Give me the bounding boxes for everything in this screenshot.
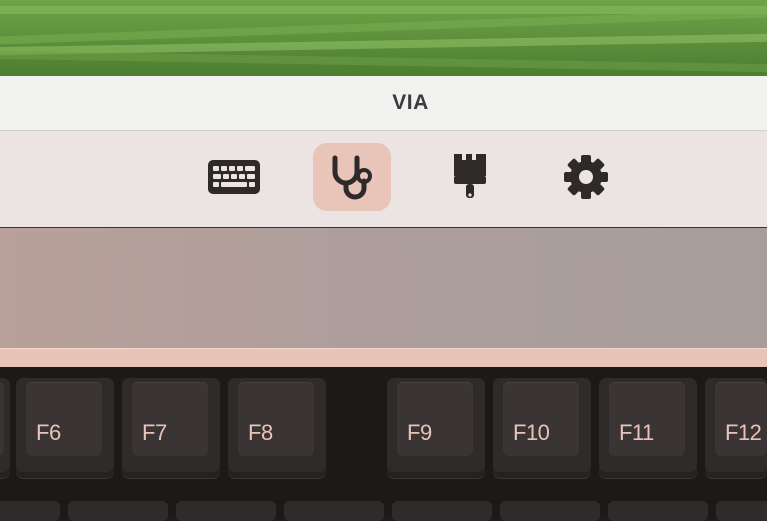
gear-icon: [564, 155, 608, 199]
key-legend: F11: [619, 420, 654, 445]
key-partial[interactable]: [68, 501, 168, 521]
key-partial[interactable]: [284, 501, 384, 521]
desktop-wallpaper: [0, 0, 767, 76]
test-tab-button[interactable]: [313, 143, 391, 211]
key-legend: F7: [142, 420, 167, 445]
keycap: [0, 382, 4, 456]
key-partial[interactable]: [608, 501, 708, 521]
key-legend: F10: [513, 420, 550, 445]
key-f11[interactable]: F11: [599, 378, 697, 478]
key-legend: F6: [36, 420, 61, 445]
keyboard-view: F6 F7 F8 F9 F10 F11 F12: [0, 367, 767, 521]
window-titlebar[interactable]: VIA: [0, 76, 767, 131]
settings-tab-button[interactable]: [547, 143, 625, 211]
key-legend: F8: [248, 420, 273, 445]
wallpaper-terrace: [0, 50, 767, 74]
key-f9[interactable]: F9: [387, 378, 485, 478]
key-f12[interactable]: F12: [705, 378, 767, 478]
key-partial[interactable]: [500, 501, 600, 521]
stethoscope-icon: [332, 155, 372, 200]
key-partial[interactable]: [392, 501, 492, 521]
key-f10[interactable]: F10: [493, 378, 591, 478]
key-f8[interactable]: F8: [228, 378, 326, 478]
top-toolbar: [0, 131, 767, 228]
key-partial[interactable]: [716, 501, 767, 521]
key-legend: F9: [407, 420, 432, 445]
key-partial[interactable]: [176, 501, 276, 521]
key-f6[interactable]: F6: [16, 378, 114, 478]
keyboard-accent-bar: [0, 348, 767, 368]
design-tab-button[interactable]: [431, 143, 509, 211]
key-f7[interactable]: F7: [122, 378, 220, 478]
key-partial[interactable]: [0, 501, 60, 521]
content-area: [0, 228, 767, 348]
keyboard-icon: [208, 160, 260, 194]
key-partial[interactable]: [0, 378, 10, 478]
keyboard-tab-button[interactable]: [195, 143, 273, 211]
window-title: VIA: [392, 91, 429, 114]
paintbrush-icon: [454, 154, 486, 198]
key-legend: F12: [725, 420, 762, 445]
